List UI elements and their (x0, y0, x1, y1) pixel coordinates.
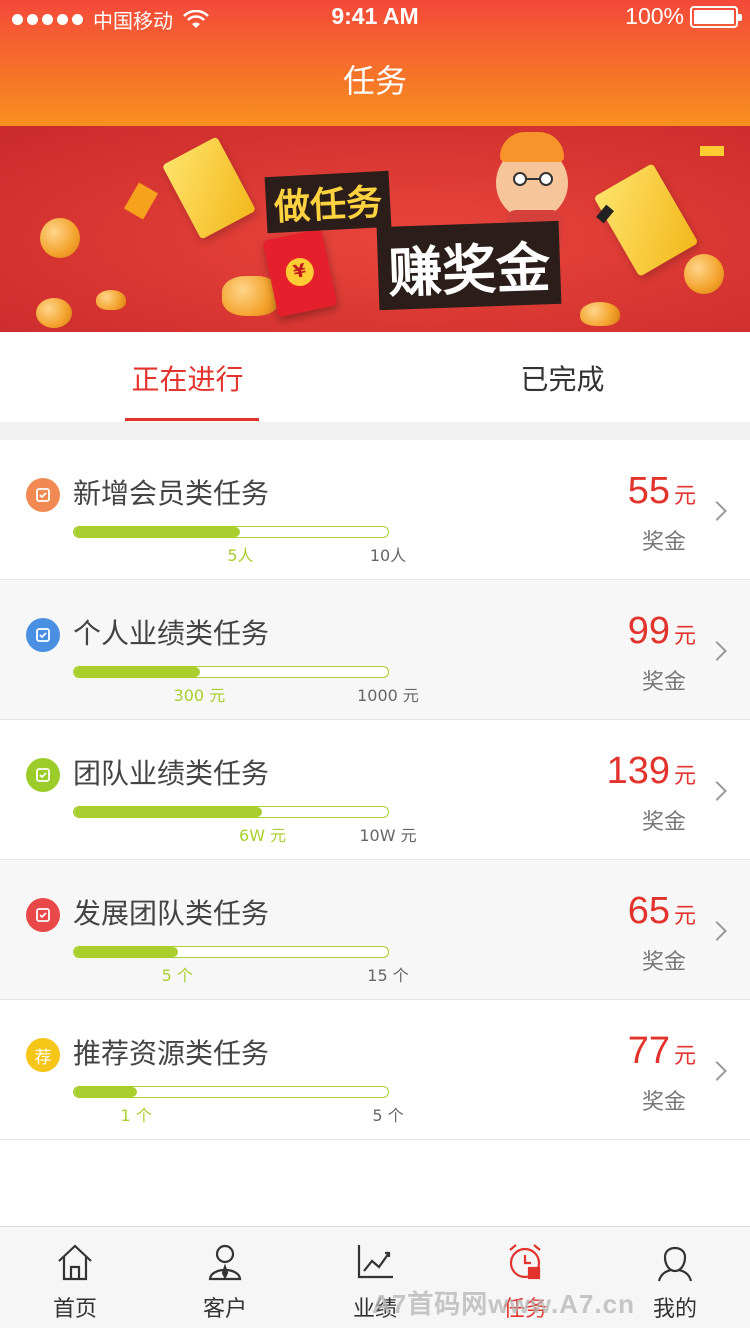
progress-bar (73, 1086, 389, 1098)
progress-target-value: 1000 元 (357, 686, 419, 705)
reward-amount: 55 (627, 470, 670, 512)
document-list-icon (26, 618, 60, 652)
task-row[interactable]: 发展团队类任务 5 个 15 个 65 元奖金 (0, 860, 750, 1000)
reward-amount-group: 55 元 (628, 470, 696, 513)
tab-label: 已完成 (520, 363, 605, 396)
task-row[interactable]: 新增会员类任务 5人 10人 55 元奖金 (0, 440, 750, 580)
progress-fill (74, 947, 178, 957)
reward-label: 奖金 (641, 530, 686, 555)
reward-amount: 99 (627, 610, 670, 652)
task-row[interactable]: 个人业绩类任务 300 元 1000 元 99 元奖金 (0, 580, 750, 720)
reward-label: 奖金 (641, 950, 686, 975)
coin-icon (684, 254, 724, 294)
nav-customer[interactable]: 客户 (150, 1227, 300, 1327)
page-title: 任务 (342, 62, 407, 100)
gold-ingot-icon (96, 290, 126, 310)
progress-current-value: 5人 (227, 546, 254, 565)
reward-label: 奖金 (641, 670, 686, 695)
chevron-right-icon (707, 921, 727, 941)
trend-chart-icon (26, 898, 60, 932)
nav-label: 客户 (202, 1297, 247, 1322)
reward-amount: 77 (627, 1030, 670, 1072)
task-name: 推荐资源类任务 (73, 1037, 270, 1070)
status-right: 100% (625, 3, 742, 30)
progress-target-value: 15 个 (367, 966, 409, 985)
battery-percent: 100% (625, 3, 684, 29)
progress-fill (74, 667, 200, 677)
reward-amount-group: 139 元 (607, 750, 696, 793)
section-divider (0, 422, 750, 440)
progress-current-value: 300 元 (173, 686, 226, 705)
gold-card-icon (593, 163, 699, 277)
tab-completed[interactable]: 已完成 (375, 332, 750, 422)
shield-check-icon (26, 478, 60, 512)
mascot-hat (500, 132, 564, 162)
progress-bar (73, 806, 389, 818)
tab-active-indicator (125, 418, 259, 421)
banner-title-primary: 做任务 (264, 170, 392, 234)
watermark: A7首码网www.A7.cn (372, 1289, 635, 1319)
task-tabs: 正在进行 已完成 (0, 332, 750, 422)
task-row[interactable]: 荐推荐资源类任务 1 个 5 个 77 元奖金 (0, 1000, 750, 1140)
reward-unit: 元 (673, 904, 696, 929)
chevron-right-icon (707, 1061, 727, 1081)
task-name: 新增会员类任务 (73, 477, 270, 510)
progress-current-value: 6W 元 (239, 826, 287, 845)
reward-amount-group: 77 元 (628, 1030, 696, 1073)
confetti-icon (123, 182, 159, 220)
nav-home[interactable]: 首页 (0, 1227, 150, 1327)
team-icon (26, 758, 60, 792)
reward-unit: 元 (673, 764, 696, 789)
progress-fill (74, 1087, 137, 1097)
home-icon (58, 1244, 92, 1281)
task-list: 新增会员类任务 5人 10人 55 元奖金 个人业绩类任务 300 元 1000 元 99 元奖金… (0, 440, 750, 1140)
progress-target-value: 10W 元 (359, 826, 417, 845)
task-row[interactable]: 团队业绩类任务 6W 元 10W 元 139 元奖金 (0, 720, 750, 860)
nav-label: 首页 (52, 1297, 97, 1322)
reward-label: 奖金 (641, 1090, 686, 1115)
task-name: 团队业绩类任务 (73, 757, 270, 790)
battery-icon (690, 5, 742, 28)
progress-bar (73, 946, 389, 958)
coin-icon (36, 298, 72, 328)
task-name: 个人业绩类任务 (73, 617, 270, 650)
chevron-right-icon (707, 501, 727, 521)
progress-bar (73, 526, 389, 538)
progress-fill (74, 807, 263, 817)
status-bar: 中国移动 9:41 AM 100% (0, 0, 750, 34)
progress-bar (73, 666, 389, 678)
tab-label: 正在进行 (131, 363, 244, 396)
reward-amount-group: 99 元 (628, 610, 696, 653)
reward-amount: 139 (606, 750, 670, 792)
gold-ingot-icon (580, 302, 620, 326)
chevron-right-icon (707, 641, 727, 661)
reward-unit: 元 (673, 484, 696, 509)
mascot-glasses (513, 172, 553, 186)
reward-unit: 元 (673, 1044, 696, 1069)
progress-target-value: 10人 (369, 546, 407, 565)
reward-label: 奖金 (641, 810, 686, 835)
alarm-clock-icon (509, 1244, 541, 1280)
app-header: 中国移动 9:41 AM 100% 任务 (0, 0, 750, 126)
progress-fill (74, 527, 241, 537)
reward-unit: 元 (673, 624, 696, 649)
progress-target-value: 5 个 (372, 1106, 404, 1125)
confetti-icon (700, 146, 724, 156)
gold-card-icon (161, 136, 257, 240)
chart-icon (357, 1245, 393, 1279)
reward-amount: 65 (627, 890, 670, 932)
progress-current-value: 1 个 (120, 1106, 152, 1125)
profile-icon (657, 1246, 693, 1282)
customer-icon (208, 1244, 242, 1281)
task-name: 发展团队类任务 (73, 897, 270, 930)
banner-title-secondary: 赚奖金 (376, 220, 562, 311)
progress-current-value: 5 个 (161, 966, 193, 985)
chevron-right-icon (707, 781, 727, 801)
coin-icon (40, 218, 80, 258)
recommend-badge-icon: 荐 (26, 1038, 60, 1072)
tab-in-progress[interactable]: 正在进行 (0, 332, 375, 422)
reward-amount-group: 65 元 (628, 890, 696, 933)
promo-banner[interactable]: ¥ 做任务 赚奖金 (0, 126, 750, 332)
